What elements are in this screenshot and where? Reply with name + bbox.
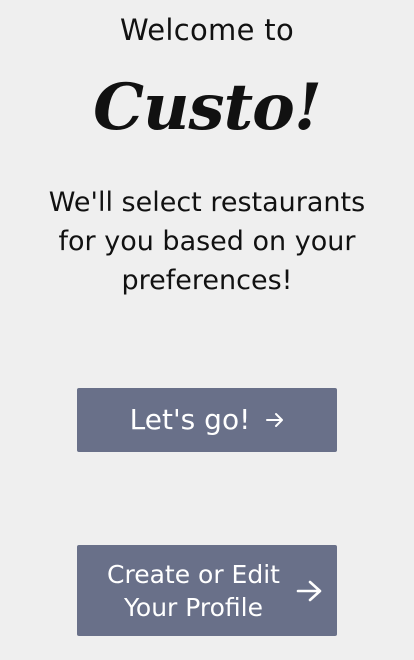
profile-label-line-2: Your Profile bbox=[123, 592, 264, 622]
tagline-line-3: preferences! bbox=[121, 265, 293, 296]
intro-tagline: We'll select restaurants for you based o… bbox=[22, 183, 392, 300]
profile-button-label: Create or Edit Your Profile bbox=[107, 558, 280, 624]
arrow-right-icon bbox=[296, 579, 323, 603]
tagline-line-2: for you based on your bbox=[58, 226, 356, 257]
create-edit-profile-button[interactable]: Create or Edit Your Profile bbox=[77, 545, 337, 636]
brand-logo-text: Custo! bbox=[93, 70, 322, 145]
tagline-line-1: We'll select restaurants bbox=[48, 187, 366, 218]
arrow-right-icon bbox=[266, 412, 284, 428]
welcome-heading: Welcome to bbox=[120, 13, 294, 47]
lets-go-button[interactable]: Let's go! bbox=[77, 388, 337, 452]
profile-label-line-1: Create or Edit bbox=[107, 559, 280, 589]
lets-go-label: Let's go! bbox=[129, 403, 251, 436]
